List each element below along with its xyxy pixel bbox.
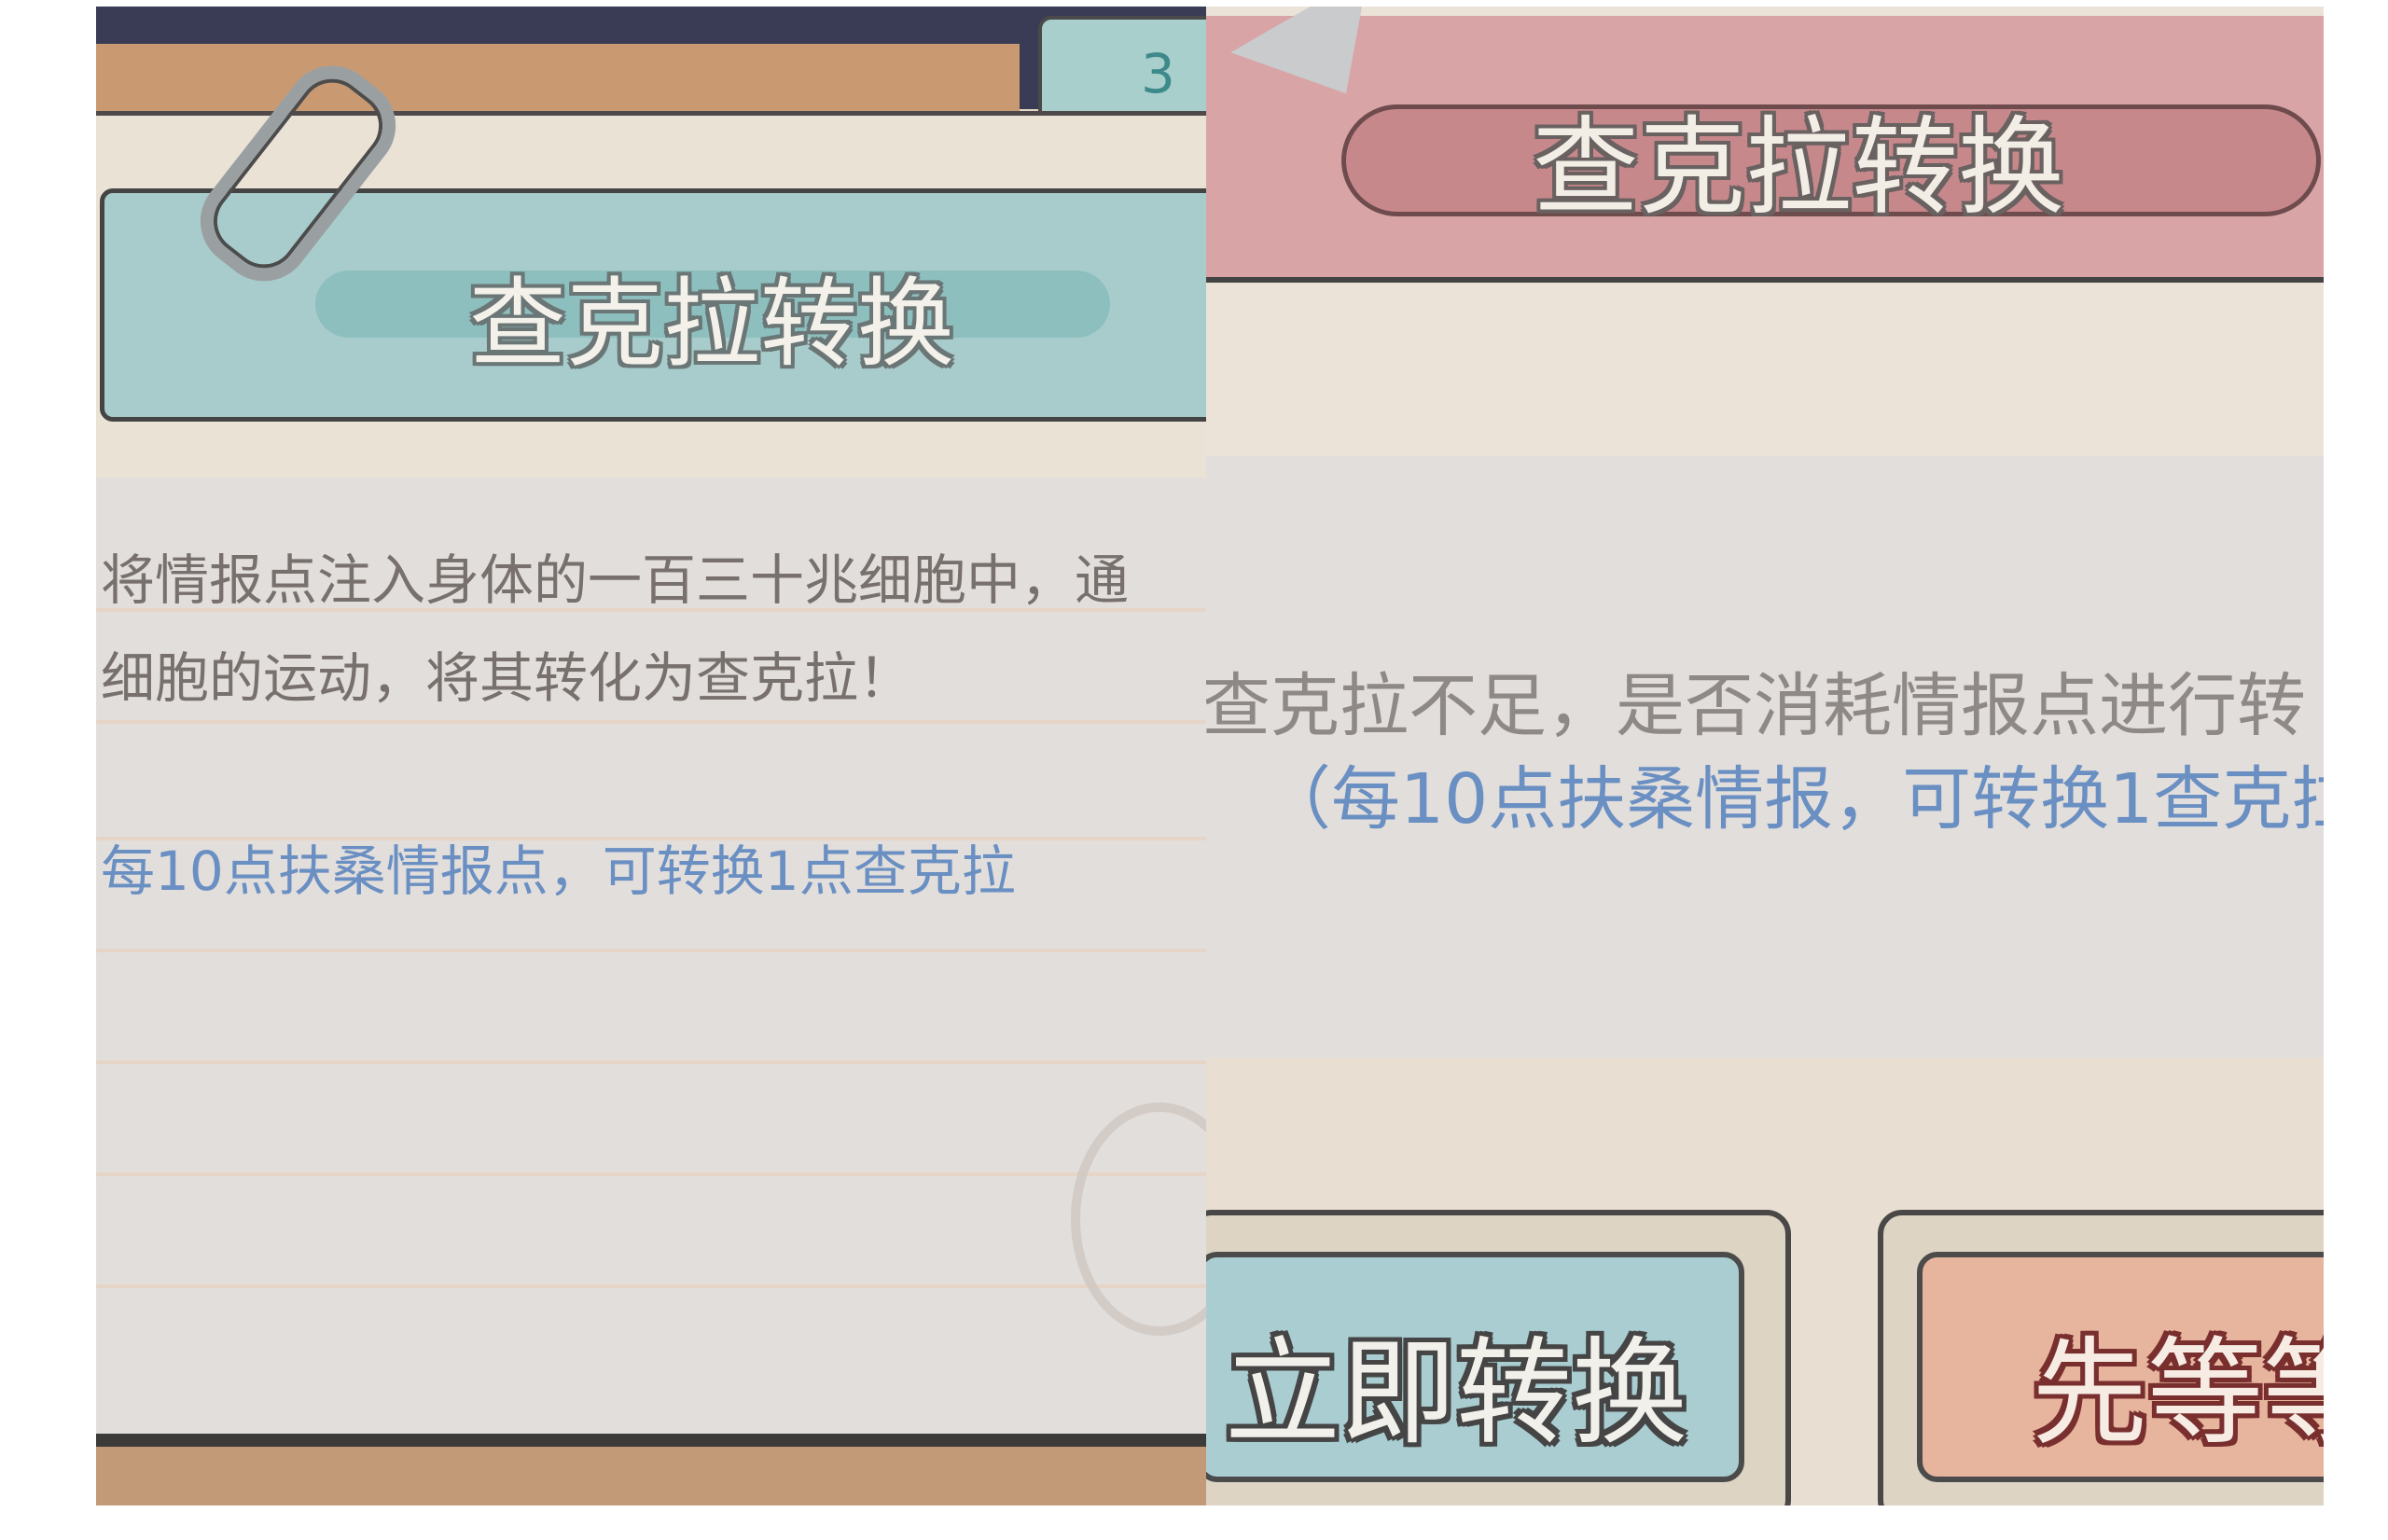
- wait-label[interactable]: 先等等: [2032, 1298, 2324, 1466]
- description-line-1: 将情报点注入身体的一百三十兆细胞中，通: [101, 548, 1130, 612]
- ruled-line: [96, 949, 1206, 952]
- bottom-border: [96, 1434, 1206, 1447]
- left-dialog-panel: 3 / 查克拉转换 将情报点注入身体的一百三十兆细胞中，通 细胞的运动，将其转化…: [96, 7, 1206, 1505]
- description-line-2: 细胞的运动，将其转化为查克拉！: [101, 646, 913, 710]
- wooden-frame: [96, 44, 1020, 118]
- dialog-title: 查克拉转换: [1532, 105, 2064, 229]
- ruled-line: [96, 1061, 1206, 1064]
- ruled-line: [96, 1172, 1206, 1176]
- insufficient-chakra-message: 查克拉不足，是否消耗情报点进行转: [1206, 666, 2306, 746]
- conversion-rate-text: 每10点扶桑情报点，可转换1点查克拉: [101, 839, 1016, 903]
- description-text: 将情报点注入身体的一百三十兆细胞中，通 细胞的运动，将其转化为查克拉！: [101, 532, 1206, 728]
- ruled-line: [96, 1284, 1206, 1288]
- right-dialog-panel: 查克拉转换 查克拉不足，是否消耗情报点进行转 （每10点扶桑情报，可转换1查克拉…: [1206, 7, 2324, 1505]
- bottom-wood: [96, 1447, 1206, 1505]
- conversion-rate-text: （每10点扶桑情报，可转换1查克拉: [1262, 759, 2324, 839]
- convert-now-label[interactable]: 立即转换: [1225, 1298, 1687, 1466]
